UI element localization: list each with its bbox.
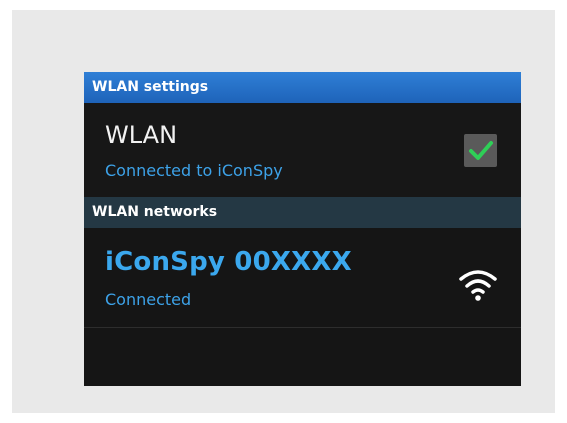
- network-item[interactable]: iConSpy 00XXXX Connected: [84, 228, 521, 328]
- device-frame: WLAN settings WLAN Connected to iConSpy …: [12, 10, 555, 413]
- wlan-settings-header: WLAN settings: [84, 72, 521, 103]
- wlan-networks-header: WLAN networks: [84, 197, 521, 228]
- empty-list-area: [84, 328, 521, 386]
- wifi-icon: [459, 270, 497, 301]
- network-status: Connected: [105, 290, 192, 309]
- network-name: iConSpy 00XXXX: [105, 247, 352, 277]
- wlan-settings-screen: WLAN settings WLAN Connected to iConSpy …: [84, 72, 521, 386]
- checkmark-icon: [469, 141, 493, 160]
- wlan-checkbox[interactable]: [464, 134, 497, 167]
- wlan-toggle-row[interactable]: WLAN Connected to iConSpy: [84, 103, 521, 197]
- wlan-label: WLAN: [105, 121, 178, 149]
- wlan-status-text: Connected to iConSpy: [105, 161, 283, 180]
